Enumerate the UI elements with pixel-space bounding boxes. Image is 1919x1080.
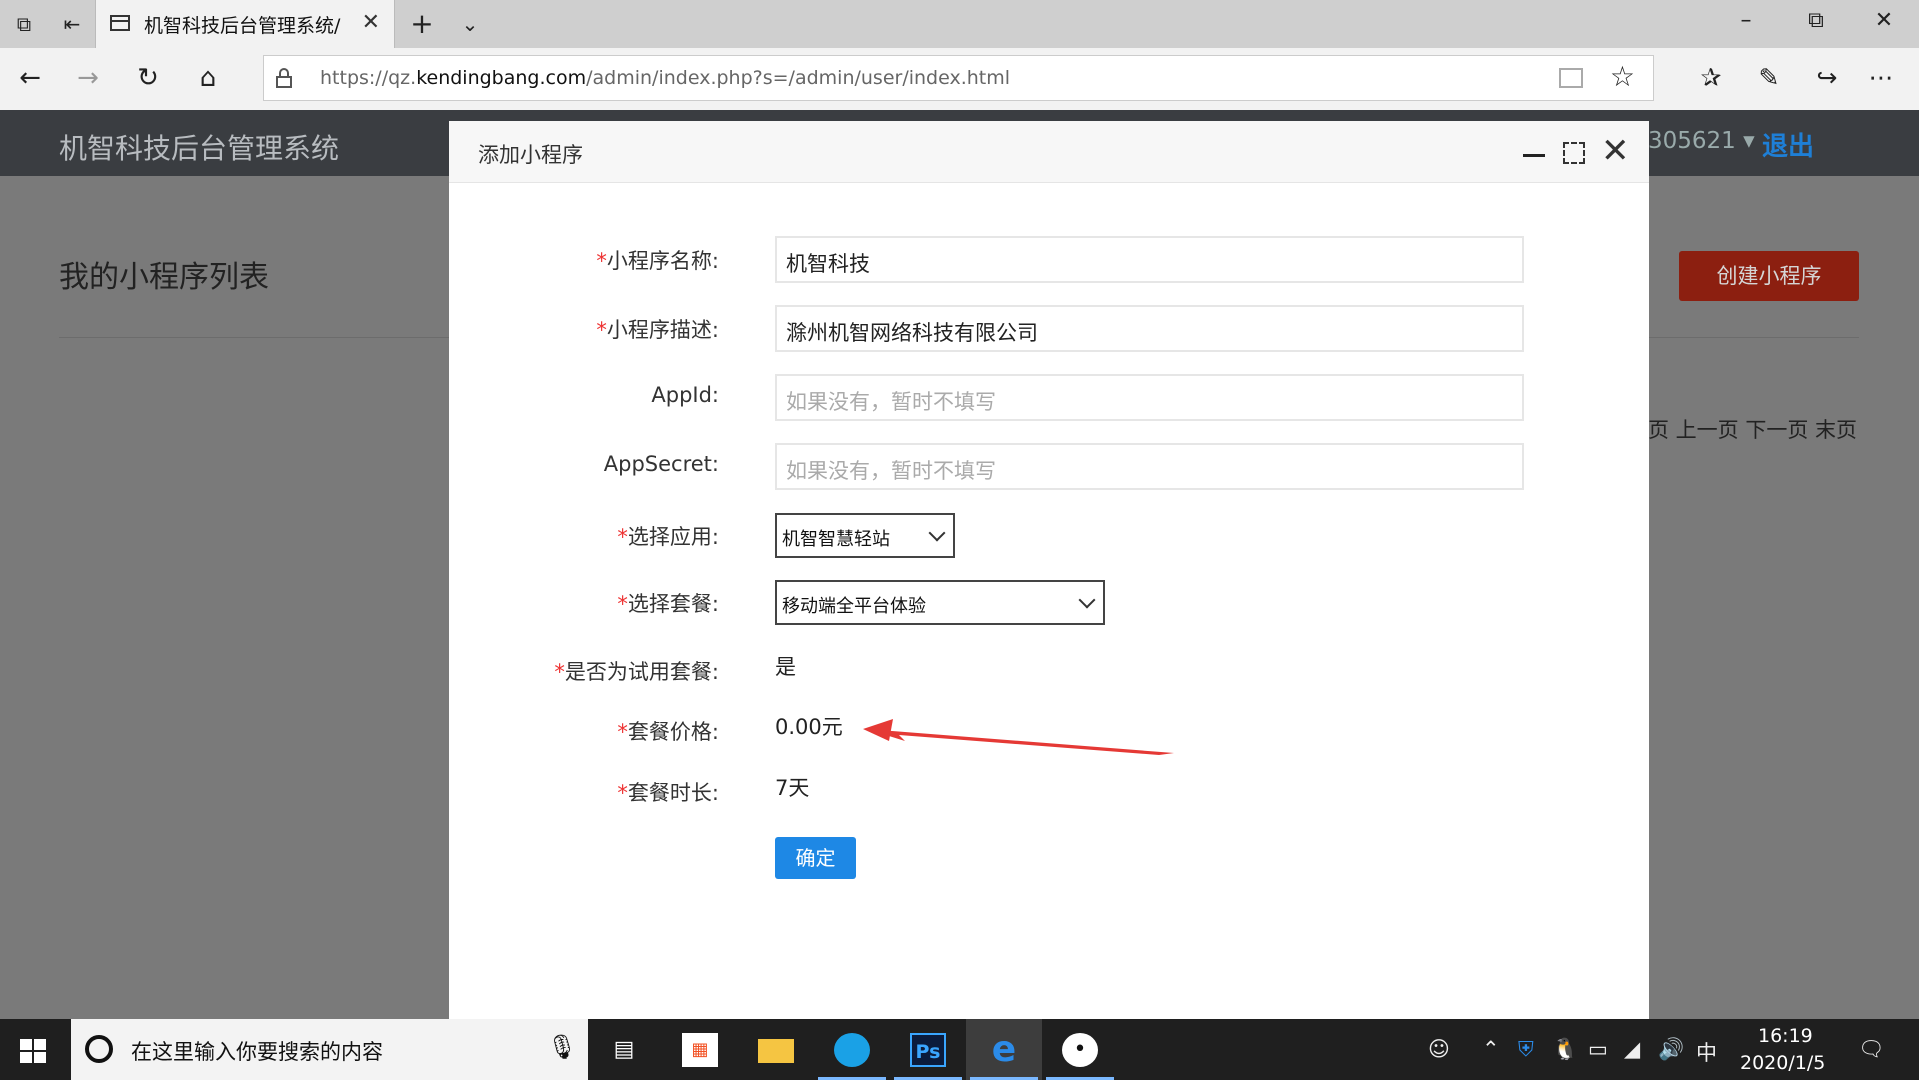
chevron-down-icon xyxy=(928,524,946,542)
dialog-header: 添加小程序 ✕ xyxy=(449,121,1649,183)
battery-icon[interactable]: ▭ xyxy=(1588,1037,1608,1061)
url-input[interactable]: https://qz.kendingbang.com/admin/index.p… xyxy=(263,55,1654,101)
appid-label: AppId: xyxy=(651,383,719,407)
duration-label: *套餐时长: xyxy=(617,781,719,805)
trial-value: 是 xyxy=(775,655,796,679)
home-icon[interactable]: ⌂ xyxy=(190,60,226,96)
reading-view-icon[interactable] xyxy=(1559,68,1583,88)
restore-window-icon[interactable]: ⧉ xyxy=(1796,8,1836,33)
browser-tab[interactable]: 机智科技后台管理系统/ ✕ xyxy=(95,0,395,48)
refresh-icon[interactable]: ↻ xyxy=(130,60,166,96)
security-shield-icon[interactable]: ⛨ xyxy=(1518,1037,1534,1062)
dialog-maximize-icon[interactable] xyxy=(1563,142,1585,164)
tab-title: 机智科技后台管理系统/ xyxy=(144,15,341,37)
app-title: 机智科技后台管理系统 xyxy=(59,132,340,165)
back-icon[interactable]: ← xyxy=(12,60,48,96)
arrow-shaft xyxy=(867,729,1174,755)
tabs-aside-icon[interactable]: ⧉ xyxy=(10,10,38,38)
select-app-value: 机智智慧轻站 xyxy=(782,529,890,550)
edge-browser-icon[interactable]: e xyxy=(966,1019,1042,1080)
tab-close-icon[interactable]: ✕ xyxy=(362,10,380,35)
description-label: *小程序描述: xyxy=(596,318,719,342)
dialog-title: 添加小程序 xyxy=(478,143,583,167)
confirm-button[interactable]: 确定 xyxy=(775,837,856,879)
pagination[interactable]: 页 上一页 下一页 末页 xyxy=(1648,414,1857,444)
people-icon[interactable]: ☺ xyxy=(1428,1037,1450,1061)
photoshop-icon[interactable]: Ps xyxy=(890,1019,966,1080)
task-view-icon[interactable]: ▤ xyxy=(586,1019,662,1080)
favorite-star-icon[interactable]: ☆ xyxy=(1610,60,1635,93)
url-text: https://qz.kendingbang.com/admin/index.p… xyxy=(320,67,1011,89)
name-label: *小程序名称: xyxy=(596,249,719,273)
trial-label: *是否为试用套餐: xyxy=(554,660,719,684)
ime-indicator[interactable]: 中 xyxy=(1696,1037,1717,1067)
duration-value: 7天 xyxy=(775,776,810,800)
annotation-arrow xyxy=(863,719,1174,755)
select-app-label: *选择应用: xyxy=(617,525,719,549)
browser-tab-bar: ⧉ ⇤ 机智科技后台管理系统/ ✕ + ⌄ – ⧉ ✕ xyxy=(0,0,1919,48)
appid-field[interactable]: 如果没有，暂时不填写 xyxy=(775,374,1524,421)
taskbar-search[interactable]: 在这里输入你要搜索的内容 🎙 xyxy=(71,1019,588,1080)
store-icon[interactable]: ▦ xyxy=(662,1019,738,1080)
app-circle-icon[interactable]: • xyxy=(1042,1019,1118,1080)
add-miniprogram-dialog: 添加小程序 ✕ *小程序名称: 机智科技 *小程序描述: 滁州机智网络科技有限公… xyxy=(449,121,1649,1019)
page-icon xyxy=(110,15,130,31)
price-label: *套餐价格: xyxy=(617,720,719,744)
select-app-dropdown[interactable]: 机智智慧轻站 xyxy=(775,513,955,558)
share-icon[interactable]: ↪ xyxy=(1808,60,1846,96)
chevron-down-icon xyxy=(1078,591,1096,609)
file-explorer-icon[interactable] xyxy=(738,1019,814,1080)
chevron-down-icon[interactable]: ⌄ xyxy=(456,10,484,38)
select-package-value: 移动端全平台体验 xyxy=(782,596,926,617)
clock-date[interactable]: 2020/1/5 xyxy=(1740,1052,1825,1074)
new-tab-icon[interactable]: + xyxy=(408,10,436,38)
windows-start-icon[interactable] xyxy=(20,1039,46,1063)
appsecret-field[interactable]: 如果没有，暂时不填写 xyxy=(775,443,1524,490)
arrow-head xyxy=(863,719,893,741)
taskbar: 在这里输入你要搜索的内容 🎙 ▤ ▦ Ps e • ☺ ⌃ ⛨ 🐧 ▭ ◢ 🔊 … xyxy=(0,1019,1919,1080)
minimize-window-icon[interactable]: – xyxy=(1726,8,1766,33)
create-miniprogram-button[interactable]: 创建小程序 xyxy=(1679,251,1859,301)
dialog-close-icon[interactable]: ✕ xyxy=(1601,131,1630,171)
clock-time[interactable]: 16:19 xyxy=(1758,1025,1813,1047)
lock-icon xyxy=(276,68,292,88)
show-hidden-icons-chevron-up-icon[interactable]: ⌃ xyxy=(1482,1037,1500,1061)
qq-icon[interactable]: 🐧 xyxy=(1552,1037,1578,1062)
close-window-icon[interactable]: ✕ xyxy=(1864,8,1904,33)
more-menu-icon[interactable]: ⋯ xyxy=(1862,60,1900,96)
price-value: 0.00元 xyxy=(775,715,843,739)
cortana-icon[interactable] xyxy=(85,1035,113,1063)
search-placeholder: 在这里输入你要搜索的内容 xyxy=(131,1040,383,1064)
notification-center-icon[interactable]: 🗨 xyxy=(1858,1037,1885,1062)
select-package-label: *选择套餐: xyxy=(617,592,719,616)
appsecret-label: AppSecret: xyxy=(603,452,719,476)
pen-notes-icon[interactable]: ✎ xyxy=(1750,60,1788,96)
network-icon[interactable]: ◢ xyxy=(1624,1037,1640,1061)
tab-preview-icon[interactable]: ⇤ xyxy=(58,10,86,38)
logout-link[interactable]: 退出 xyxy=(1762,126,1814,163)
description-field[interactable]: 滁州机智网络科技有限公司 xyxy=(775,305,1524,352)
chat-app-icon[interactable] xyxy=(814,1019,890,1080)
volume-icon[interactable]: 🔊 xyxy=(1658,1037,1684,1062)
page-title: 我的小程序列表 xyxy=(59,260,269,295)
forward-icon[interactable]: → xyxy=(70,60,106,96)
microphone-icon[interactable]: 🎙 xyxy=(547,1033,577,1061)
user-menu[interactable]: 305621 ▾ xyxy=(1648,128,1755,154)
favorites-list-icon[interactable]: ✰ xyxy=(1692,60,1730,96)
dialog-minimize-icon[interactable] xyxy=(1523,154,1545,157)
select-package-dropdown[interactable]: 移动端全平台体验 xyxy=(775,580,1105,625)
address-toolbar: ← → ↻ ⌂ https://qz.kendingbang.com/admin… xyxy=(0,48,1919,110)
name-field[interactable]: 机智科技 xyxy=(775,236,1524,283)
